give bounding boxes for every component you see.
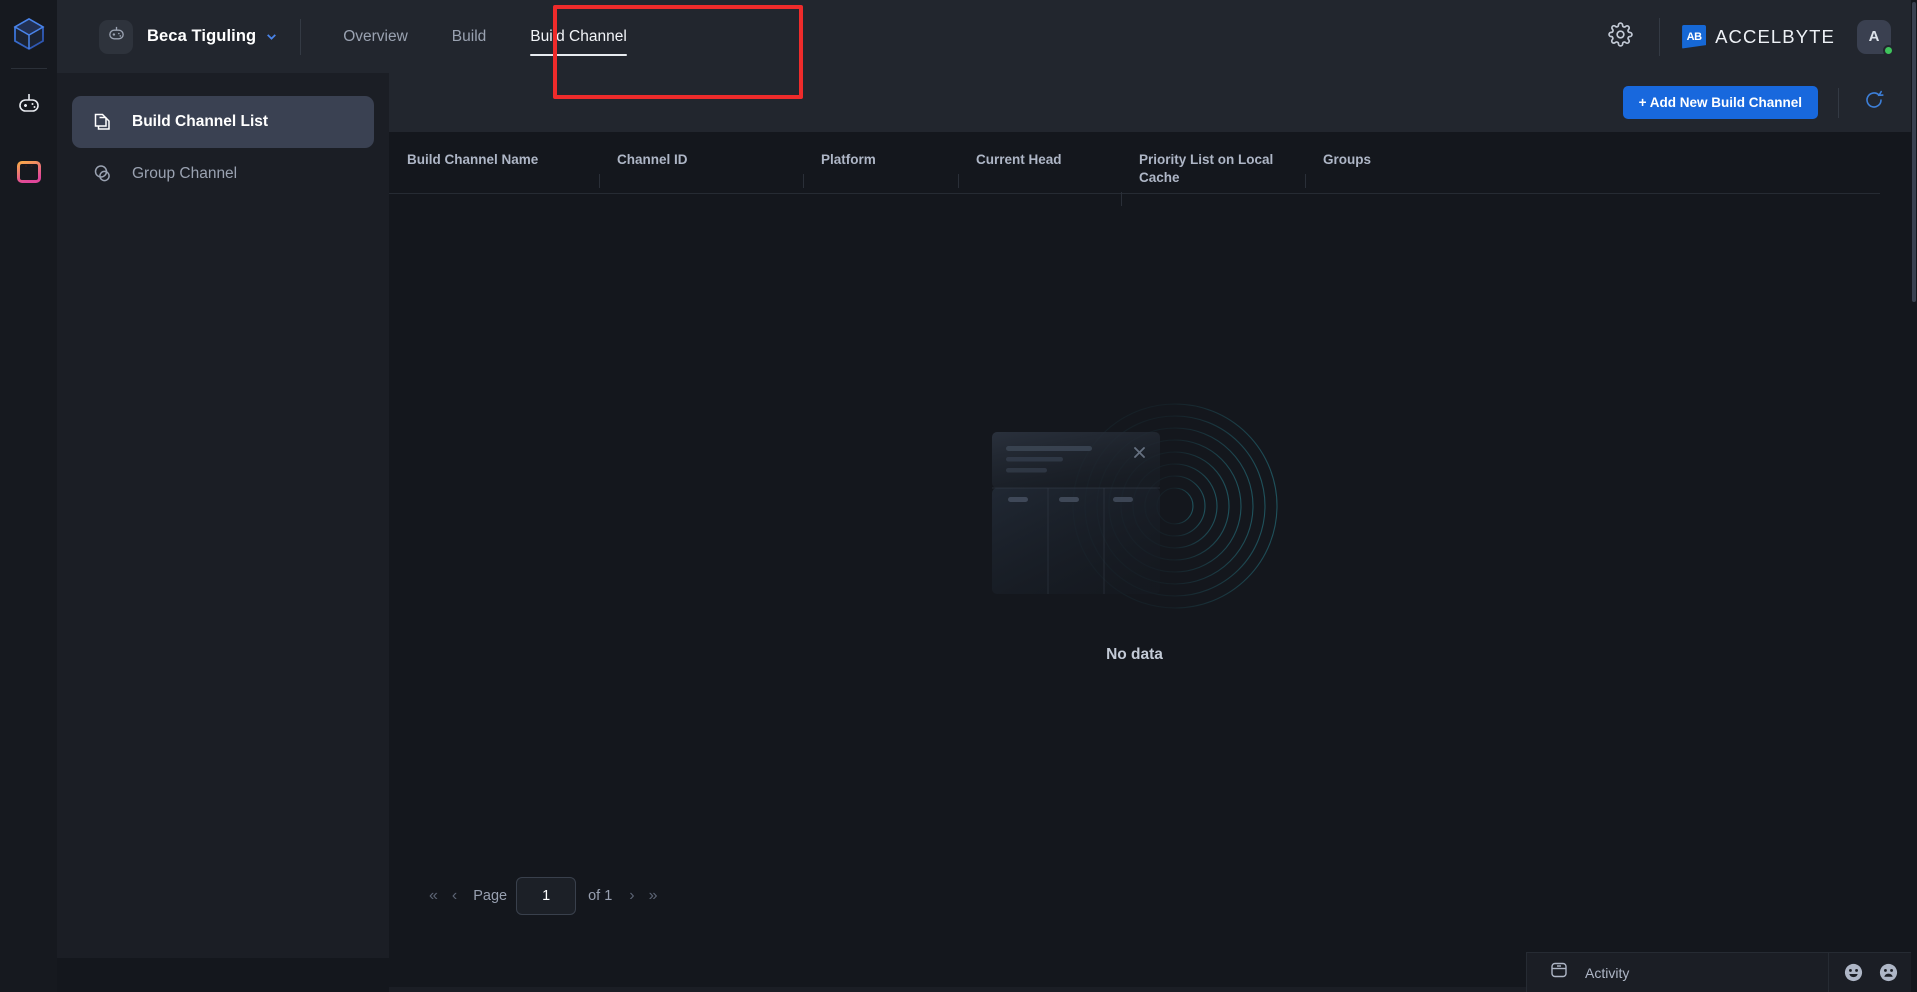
total-pages-label: of 1 [588, 888, 613, 904]
topbar-right-divider [1659, 17, 1661, 56]
tab-overview[interactable]: Overview [321, 0, 430, 73]
status-badge [1883, 44, 1894, 56]
namespace-badge[interactable] [99, 19, 133, 54]
chevron-down-icon[interactable] [265, 30, 278, 43]
cube-logo-icon[interactable] [9, 14, 49, 54]
settings-button[interactable] [1603, 20, 1637, 54]
store-window-icon [16, 160, 41, 189]
rail-item-game-controller[interactable] [10, 87, 48, 125]
happy-face-icon[interactable] [1843, 962, 1864, 983]
documents-icon [90, 109, 116, 135]
icon-rail [0, 0, 57, 992]
topbar-divider [300, 18, 302, 55]
tab-build[interactable]: Build [430, 0, 508, 73]
sad-face-icon[interactable] [1878, 962, 1899, 983]
venn-circles-icon [90, 161, 116, 187]
refresh-icon [1863, 89, 1885, 116]
sidebar-item-group-channel[interactable]: Group Channel [72, 148, 374, 200]
first-page-button[interactable]: « [422, 887, 445, 905]
gear-icon [1607, 21, 1633, 52]
tab-build-channel[interactable]: Build Channel [508, 0, 649, 73]
robot-icon [107, 25, 126, 49]
avatar[interactable]: A [1857, 19, 1894, 56]
empty-window-radar-illustration [970, 390, 1300, 620]
refresh-button[interactable] [1859, 88, 1889, 118]
activity-bar: Activity [1526, 952, 1917, 992]
column-header-build-channel-name[interactable]: Build Channel Name [389, 151, 599, 169]
next-page-button[interactable]: › [622, 887, 641, 905]
sidebar-item-label: Build Channel List [132, 113, 269, 130]
activity-panel-icon [1549, 960, 1569, 985]
accelbyte-mark-icon: AB [1682, 24, 1707, 49]
build-channel-table: Build Channel Name Channel ID Platform C… [389, 132, 1917, 926]
feedback-controls [1829, 962, 1917, 983]
topbar-right: AB ACCELBYTE A [1603, 0, 1917, 73]
sub-sidebar: Build Channel List Group Channel [57, 73, 389, 958]
action-bar: + Add New Build Channel [389, 73, 1917, 132]
main-content: + Add New Build Channel Build Channel Na… [389, 73, 1917, 992]
column-header-channel-id[interactable]: Channel ID [599, 151, 803, 188]
primary-nav: Overview Build Build Channel [321, 0, 649, 73]
table-header-row: Build Channel Name Channel ID Platform C… [389, 132, 1880, 206]
column-header-groups[interactable]: Groups [1305, 151, 1575, 188]
last-page-button[interactable]: » [642, 887, 665, 905]
game-controller-icon [16, 91, 42, 122]
horizontal-scrollbar[interactable] [389, 987, 1529, 992]
sidebar-item-build-channel-list[interactable]: Build Channel List [72, 96, 374, 148]
top-bar: Beca Tiguling Overview Build Build Chann… [57, 0, 1917, 73]
page-label: Page [473, 888, 508, 904]
pagination: « ‹ Page of 1 › » [389, 866, 1917, 926]
prev-page-button[interactable]: ‹ [445, 887, 464, 905]
namespace-name: Beca Tiguling [147, 27, 257, 45]
empty-state: No data [389, 194, 1880, 884]
vertical-scrollbar[interactable] [1911, 0, 1917, 992]
action-bar-divider [1838, 87, 1839, 118]
column-header-current-head[interactable]: Current Head [958, 151, 1121, 188]
activity-label: Activity [1585, 964, 1630, 981]
add-new-build-channel-button[interactable]: + Add New Build Channel [1622, 86, 1818, 119]
column-header-priority-list-on-local-cache[interactable]: Priority List on Local Cache [1121, 151, 1305, 206]
brand-name: ACCELBYTE [1715, 25, 1835, 47]
column-header-platform[interactable]: Platform [803, 151, 958, 188]
rail-divider [10, 68, 47, 69]
vertical-scrollbar-thumb[interactable] [1912, 2, 1916, 302]
activity-toggle[interactable]: Activity [1527, 960, 1629, 985]
rail-item-store[interactable] [10, 155, 48, 193]
empty-state-message: No data [1106, 646, 1163, 663]
brand-logo: AB ACCELBYTE [1682, 24, 1835, 49]
page-number-input[interactable] [516, 877, 577, 915]
sidebar-item-label: Group Channel [132, 165, 238, 182]
